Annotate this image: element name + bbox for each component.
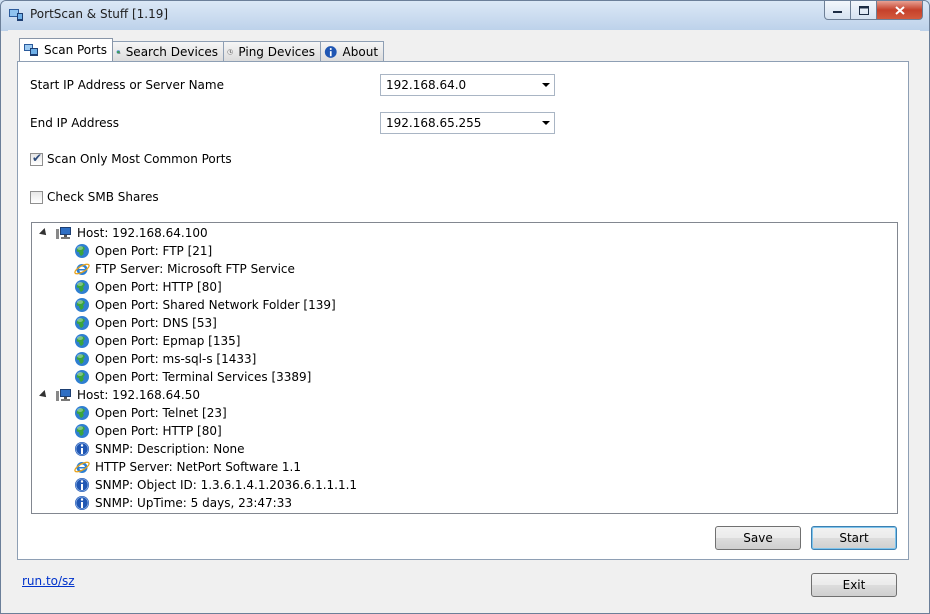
window-title: PortScan & Stuff [1.19]	[30, 7, 169, 21]
tree-item-label: Open Port: Telnet [23]	[95, 406, 227, 420]
minimize-icon	[833, 11, 842, 13]
tab-ping-devices[interactable]: Ping Devices	[223, 41, 322, 61]
checkbox-box[interactable]: ✔	[30, 150, 43, 166]
start-ip-combobox[interactable]: 192.168.64.0	[380, 74, 555, 96]
end-ip-value: 192.168.65.255	[386, 116, 482, 130]
tree-item-label: SNMP: UpTime: 5 days, 23:47:33	[95, 496, 292, 510]
host-icon	[56, 389, 71, 401]
end-ip-label: End IP Address	[30, 116, 119, 130]
info-icon	[75, 442, 89, 456]
collapse-arrow-icon[interactable]	[39, 228, 49, 238]
smb-shares-checkbox[interactable]: Check SMB Shares	[30, 190, 159, 204]
app-icon	[9, 9, 23, 21]
globe-icon	[75, 406, 89, 420]
chevron-down-icon[interactable]	[542, 121, 550, 125]
maximize-button[interactable]	[851, 1, 877, 20]
close-icon	[894, 5, 905, 15]
start-button[interactable]: Start	[811, 526, 897, 550]
tree-item-label: Open Port: DNS [53]	[95, 316, 217, 330]
common-ports-checkbox[interactable]: ✔ Scan Only Most Common Ports	[30, 150, 232, 166]
tree-item[interactable]: SNMP: UpTime: 5 days, 23:47:33	[74, 494, 292, 512]
tab-strip: Scan Ports Search Devices Ping Devices A…	[19, 38, 385, 61]
tree-item-label: Open Port: Epmap [135]	[95, 334, 241, 348]
tree-item-label: HTTP Server: NetPort Software 1.1	[95, 460, 301, 474]
scan-ports-icon	[24, 44, 38, 56]
host-label: Host: 192.168.64.50	[77, 388, 200, 402]
save-button-label: Save	[743, 531, 773, 545]
globe-icon	[75, 370, 89, 384]
save-button[interactable]: Save	[715, 526, 801, 550]
start-button-label: Start	[839, 531, 869, 545]
host-icon	[56, 227, 71, 239]
info-icon	[75, 478, 89, 492]
exit-button[interactable]: Exit	[811, 573, 897, 597]
close-button[interactable]	[877, 1, 923, 20]
tree-item-label: Open Port: Shared Network Folder [139]	[95, 298, 336, 312]
tab-ping-devices-label: Ping Devices	[238, 44, 316, 59]
tab-search-devices-label: Search Devices	[125, 44, 219, 59]
tab-scan-ports[interactable]: Scan Ports	[19, 38, 114, 61]
start-ip-value: 192.168.64.0	[386, 78, 467, 92]
tree-item[interactable]: Open Port: ms-sql-s [1433]	[74, 350, 256, 368]
tree-item[interactable]: HTTP Server: NetPort Software 1.1	[74, 458, 301, 476]
tree-item-label: SNMP: Description: None	[95, 442, 245, 456]
globe-icon	[75, 316, 89, 330]
tree-item-label: FTP Server: Microsoft FTP Service	[95, 262, 295, 276]
tab-about-label: About	[342, 44, 379, 59]
common-ports-label: Scan Only Most Common Ports	[47, 152, 232, 166]
globe-icon	[75, 298, 89, 312]
start-ip-label: Start IP Address or Server Name	[30, 78, 224, 92]
tree-item[interactable]: Open Port: Epmap [135]	[74, 332, 240, 350]
globe-icon	[75, 352, 89, 366]
host-label: Host: 192.168.64.100	[77, 226, 208, 240]
ie-icon	[74, 461, 90, 473]
ie-icon	[74, 263, 90, 275]
tree-host-node[interactable]: Host: 192.168.64.100	[39, 224, 208, 242]
tree-item[interactable]: Open Port: FTP [21]	[74, 242, 212, 260]
tree-item[interactable]: Open Port: HTTP [80]	[74, 422, 222, 440]
tree-item-label: Open Port: HTTP [80]	[95, 424, 222, 438]
tree-item[interactable]: Open Port: Terminal Services [3389]	[74, 368, 311, 386]
tree-item[interactable]: Open Port: HTTP [80]	[74, 278, 222, 296]
tree-item-label: Open Port: Terminal Services [3389]	[95, 370, 312, 384]
tree-item[interactable]: Open Port: Telnet [23]	[74, 404, 227, 422]
exit-button-label: Exit	[842, 578, 866, 592]
tree-item[interactable]: FTP Server: Microsoft FTP Service	[74, 260, 295, 278]
tree-host-node[interactable]: Host: 192.168.64.50	[39, 386, 200, 404]
checkbox-box[interactable]	[30, 190, 43, 204]
checkmark-icon: ✔	[32, 150, 43, 165]
globe-icon	[75, 334, 89, 348]
tab-search-devices[interactable]: Search Devices	[112, 41, 225, 61]
end-ip-combobox[interactable]: 192.168.65.255	[380, 112, 555, 134]
website-link[interactable]: run.to/sz	[22, 574, 75, 588]
tree-item[interactable]: Open Port: DNS [53]	[74, 314, 217, 332]
tree-item[interactable]: Open Port: Shared Network Folder [139]	[74, 296, 336, 314]
tab-scan-ports-label: Scan Ports	[44, 43, 108, 57]
tab-about[interactable]: About	[320, 41, 385, 61]
globe-icon	[75, 424, 89, 438]
globe-icon	[75, 244, 89, 258]
tree-item-label: Open Port: ms-sql-s [1433]	[95, 352, 257, 366]
search-devices-icon	[116, 49, 121, 54]
tree-item-label: Open Port: HTTP [80]	[95, 280, 222, 294]
title-bar[interactable]: PortScan & Stuff [1.19]	[1, 1, 929, 31]
globe-icon	[75, 280, 89, 294]
info-icon	[324, 45, 337, 58]
chevron-down-icon[interactable]	[542, 83, 550, 87]
tree-item[interactable]: SNMP: Description: None	[74, 440, 245, 458]
results-tree[interactable]: Host: 192.168.64.100 Open Port: FTP [21] F…	[31, 222, 898, 514]
ping-devices-icon	[227, 48, 233, 55]
tree-item[interactable]: SNMP: Object ID: 1.3.6.1.4.1.2036.6.1.1.…	[74, 476, 357, 494]
smb-shares-label: Check SMB Shares	[47, 190, 159, 204]
tree-item-label: SNMP: Object ID: 1.3.6.1.4.1.2036.6.1.1.…	[95, 478, 358, 492]
collapse-arrow-icon[interactable]	[39, 390, 49, 400]
maximize-icon	[858, 5, 869, 15]
info-icon	[75, 496, 89, 510]
minimize-button[interactable]	[824, 1, 851, 20]
tree-item-label: Open Port: FTP [21]	[95, 244, 213, 258]
